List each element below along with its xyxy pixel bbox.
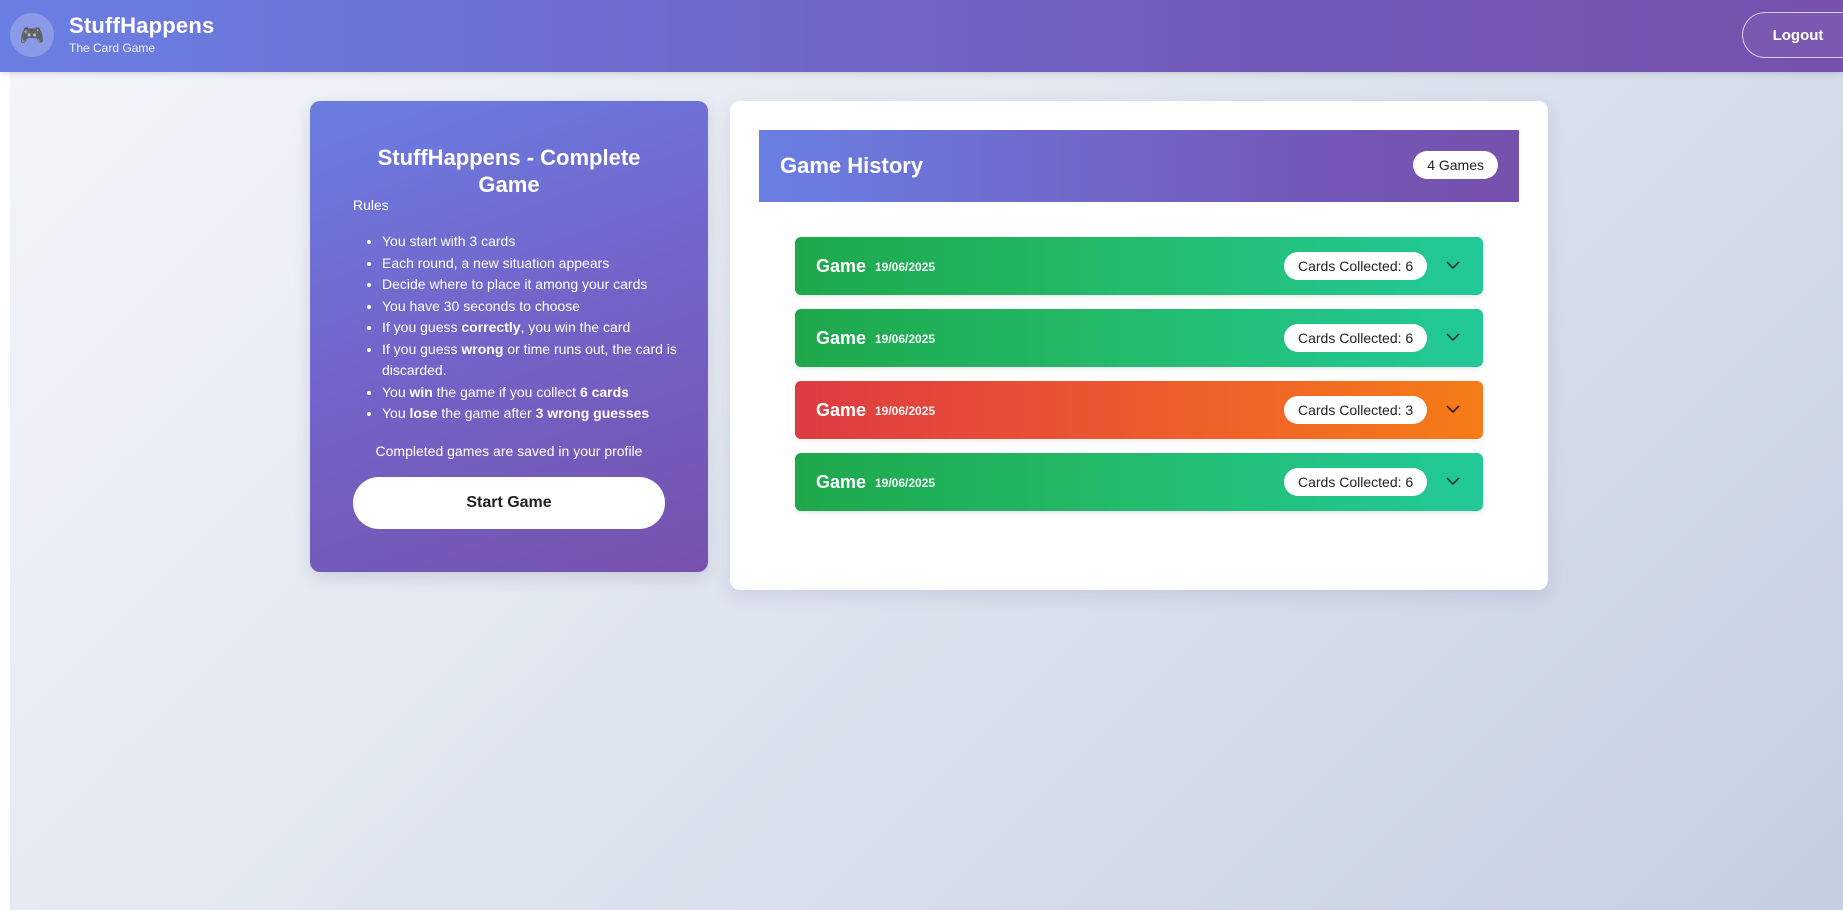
chevron-down-icon[interactable] (1445, 329, 1461, 345)
rule-item: Each round, a new situation appears (382, 253, 702, 275)
game-label: Game (816, 328, 867, 348)
gamepad-icon: 🎮 (10, 13, 54, 57)
rule-emphasis: lose (409, 405, 438, 421)
start-game-button[interactable]: Start Game (353, 477, 665, 529)
game-history-title: Game History (780, 153, 924, 178)
game-label: Game (816, 400, 867, 420)
rule-item: You lose the game after 3 wrong guesses (382, 403, 702, 425)
rule-text: Decide where to place it among your card… (382, 276, 648, 292)
rule-text: Each round, a new situation appears (382, 254, 610, 271)
game-label: Game (816, 256, 867, 276)
games-count-badge: 4 Games (1413, 151, 1498, 179)
cards-collected-badge: Cards Collected: 3 (1284, 396, 1428, 424)
rule-item: If you guess correctly, you win the card (382, 317, 702, 339)
game-date: 19/06/2025 (875, 260, 936, 274)
rules-list: You start with 3 cards Each round, a new … (353, 231, 702, 425)
game-date: 19/06/2025 (875, 332, 936, 346)
rule-text: You (382, 383, 410, 400)
game-row[interactable]: Game 19/06/2025 Cards Collected: 3 (795, 381, 1483, 439)
rule-text: If you guess (382, 319, 462, 335)
rules-note: Completed games are saved in your profil… (375, 443, 643, 459)
rule-text: , you win the card (520, 319, 631, 335)
game-date: 19/06/2025 (875, 404, 936, 418)
rules-heading: Rules (353, 197, 389, 213)
game-row[interactable]: Game 19/06/2025 Cards Collected: 6 (795, 453, 1483, 511)
chevron-down-icon[interactable] (1445, 401, 1461, 417)
game-row[interactable]: Game 19/06/2025 Cards Collected: 6 (795, 309, 1483, 367)
rule-text: You (382, 405, 410, 421)
game-history-panel: Game History 4 Games Game 19/06/2025 Car… (730, 101, 1548, 590)
rules-card: StuffHappens - Complete Game Rules You s… (310, 101, 708, 572)
chevron-down-icon[interactable] (1445, 257, 1461, 273)
rule-emphasis: wrong (461, 340, 504, 357)
rule-text: the game after (437, 405, 536, 421)
brand-subtitle: The Card Game (69, 41, 156, 55)
rule-emphasis: correctly (461, 319, 521, 335)
game-label: Game (816, 472, 867, 492)
rule-emphasis: 3 wrong guesses (535, 405, 650, 421)
cards-collected-badge: Cards Collected: 6 (1284, 252, 1428, 280)
rule-emphasis: 6 cards (579, 383, 629, 400)
rule-item: You have 30 seconds to choose (382, 296, 702, 318)
rule-item: If you guess wrong or time runs out, the… (382, 339, 702, 382)
brand-title: StuffHappens (69, 13, 215, 38)
game-history-header: Game History 4 Games (759, 130, 1519, 202)
rule-text: the game if you collect (432, 383, 580, 400)
navbar: 🎮 StuffHappens The Card Game Logout (0, 0, 1843, 72)
chevron-down-icon[interactable] (1445, 473, 1461, 489)
rule-text: You have 30 seconds to choose (382, 297, 580, 314)
rules-title: StuffHappens - Complete Game (377, 145, 641, 197)
rule-emphasis: win (409, 383, 433, 400)
game-date: 19/06/2025 (875, 476, 936, 490)
rule-item: You start with 3 cards (382, 231, 702, 253)
game-row[interactable]: Game 19/06/2025 Cards Collected: 6 (795, 237, 1483, 295)
rule-item: Decide where to place it among your card… (382, 274, 702, 296)
cards-collected-badge: Cards Collected: 6 (1284, 324, 1428, 352)
rule-item: You win the game if you collect 6 cards (382, 382, 702, 404)
rule-text: You start with 3 cards (382, 233, 516, 249)
cards-collected-badge: Cards Collected: 6 (1284, 468, 1428, 496)
rule-text: If you guess (382, 340, 462, 357)
logout-button[interactable]: Logout (1742, 12, 1843, 58)
